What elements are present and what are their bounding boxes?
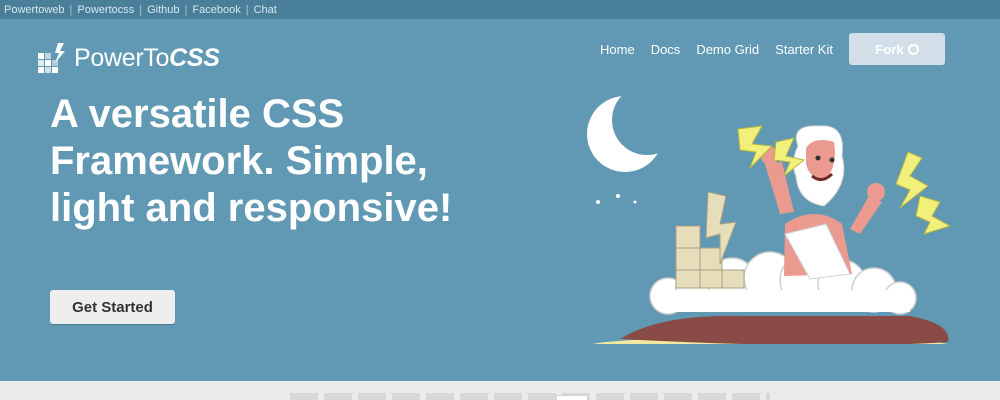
get-started-button[interactable]: Get Started [50,290,175,324]
logo-name-suffix: CSS [169,43,220,72]
logo-name-prefix: PowerTo [74,43,170,72]
hero-headline: A versatile CSS Framework. Simple, light… [50,92,453,230]
topbar-link-powertoweb[interactable]: Powertoweb [4,4,65,16]
fork-button[interactable]: Fork [848,33,945,65]
intro-section-strip [0,381,1000,400]
separator: | [245,3,249,16]
top-link-bar: Powertoweb | Powertocss | Github | Faceb… [0,0,1000,19]
topbar-link-powertocss[interactable]: Powertocss [77,4,134,16]
fork-button-label: Fork [875,41,904,57]
hero-section: PowerToCSS Home Docs Demo Grid Starter K… [0,19,1000,381]
inline-code-chip [556,395,588,400]
separator: | [184,3,188,16]
nav-home[interactable]: Home [600,42,635,57]
topbar-link-facebook[interactable]: Facebook [192,4,240,16]
lightning-bolt-right [895,151,952,235]
site-logo[interactable]: PowerToCSS [38,41,220,75]
topbar-link-github[interactable]: Github [147,4,179,16]
zeus-illustration [587,85,952,344]
github-icon [907,43,919,55]
logo-icon [38,43,65,73]
separator: | [139,3,143,16]
block-stack [675,191,745,289]
nav-demo-grid[interactable]: Demo Grid [696,42,759,57]
logo-wordmark: PowerToCSS [74,44,220,73]
intro-text-faint [290,393,770,400]
nav-starter-kit[interactable]: Starter Kit [775,42,833,57]
island-base [592,315,949,344]
main-nav: Home Docs Demo Grid Starter Kit Fork [600,33,945,65]
separator: | [69,3,73,16]
moon-icon [587,85,682,204]
nav-docs[interactable]: Docs [651,42,681,57]
topbar-link-chat[interactable]: Chat [254,4,277,16]
